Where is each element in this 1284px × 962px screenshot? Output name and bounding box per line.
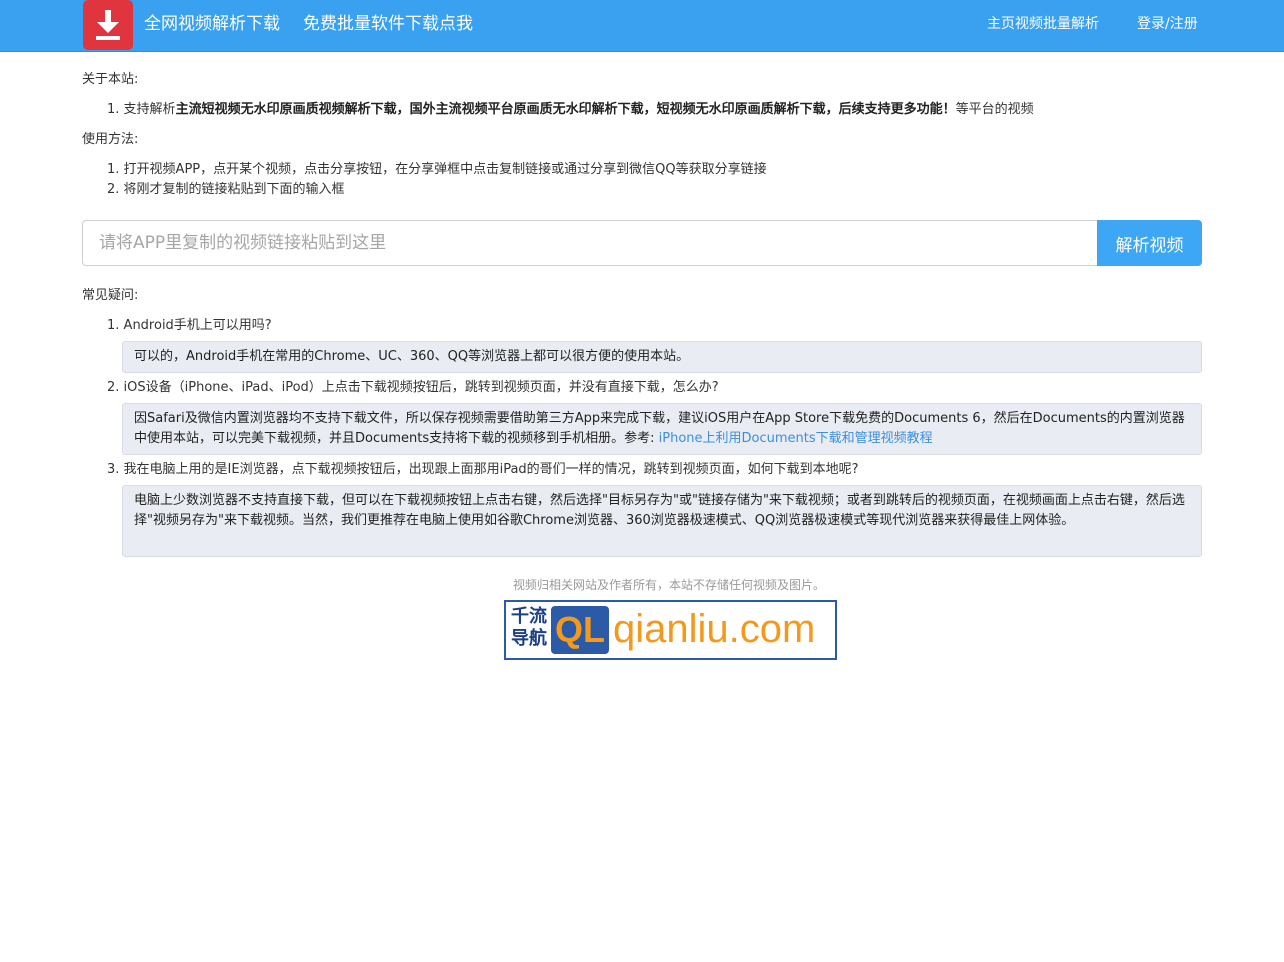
faq-question-text: iOS设备（iPhone、iPad、iPod）上点击下载视频按钮后，跳转到视频页… bbox=[123, 380, 719, 395]
faq-question: 3. 我在电脑上用的是IE浏览器，点下载视频按钮后，出现跟上面那用iPad的哥们… bbox=[107, 462, 859, 477]
about-item: 1. 支持解析主流短视频无水印原画质视频解析下载，国外主流视频平台原画质无水印解… bbox=[107, 102, 1034, 117]
nav-batch-parse[interactable]: 主页视频批量解析 bbox=[987, 14, 1099, 34]
faq-question: 1. Android手机上可以用吗? bbox=[107, 318, 272, 333]
partner-domain: qianliu.com bbox=[613, 607, 816, 651]
about-item-prefix: 支持解析 bbox=[123, 102, 176, 117]
about-item-suffix: 等平台的视频 bbox=[955, 102, 1034, 117]
search-bar: 解析视频 bbox=[82, 220, 1202, 266]
partner-cn-name: 千流 导航 bbox=[511, 606, 547, 649]
batch-download-link[interactable]: 免费批量软件下载点我 bbox=[303, 12, 473, 36]
usage-step: 2. 将刚才复制的链接粘贴到下面的输入框 bbox=[107, 182, 345, 197]
partner-ql-badge: QL bbox=[551, 606, 609, 654]
faq-answer: 因Safari及微信内置浏览器均不支持下载文件，所以保存视频需要借助第三方App… bbox=[122, 403, 1202, 455]
usage-step-text: 将刚才复制的链接粘贴到下面的输入框 bbox=[123, 182, 345, 197]
nav-login-register[interactable]: 登录/注册 bbox=[1137, 14, 1198, 34]
partner-logo-link[interactable]: 千流 导航 QL qianliu.com bbox=[504, 600, 837, 660]
faq-label: 常见疑问: bbox=[82, 288, 139, 303]
faq-question-text: 我在电脑上用的是IE浏览器，点下载视频按钮后，出现跟上面那用iPad的哥们一样的… bbox=[123, 462, 859, 477]
faq-answer: 电脑上少数浏览器不支持直接下载，但可以在下载视频按钮上点击右键，然后选择"目标另… bbox=[122, 485, 1202, 557]
usage-label: 使用方法: bbox=[82, 132, 139, 147]
faq-question-text: Android手机上可以用吗? bbox=[123, 318, 272, 333]
faq-answer: 可以的，Android手机在常用的Chrome、UC、360、QQ等浏览器上都可… bbox=[122, 341, 1202, 373]
site-title[interactable]: 全网视频解析下载 bbox=[144, 12, 280, 36]
parse-video-button[interactable]: 解析视频 bbox=[1097, 220, 1202, 266]
faq-question: 2. iOS设备（iPhone、iPad、iPod）上点击下载视频按钮后，跳转到… bbox=[107, 380, 719, 395]
download-icon[interactable] bbox=[83, 0, 133, 50]
documents-tutorial-link[interactable]: iPhone上利用Documents下载和管理视频教程 bbox=[659, 431, 933, 446]
footer-disclaimer: 视频归相关网站及作者所有，本站不存储任何视频及图片。 bbox=[512, 578, 825, 592]
about-item-bold: 主流短视频无水印原画质视频解析下载，国外主流视频平台原画质无水印解析下载，短视频… bbox=[175, 102, 956, 117]
usage-step: 1. 打开视频APP，点开某个视频，点击分享按钮，在分享弹框中点击复制链接或通过… bbox=[107, 162, 767, 177]
navbar: 全网视频解析下载 免费批量软件下载点我 主页视频批量解析 登录/注册 bbox=[0, 0, 1284, 52]
about-label: 关于本站: bbox=[82, 72, 139, 87]
video-url-input[interactable] bbox=[82, 220, 1098, 266]
usage-step-text: 打开视频APP，点开某个视频，点击分享按钮，在分享弹框中点击复制链接或通过分享到… bbox=[123, 162, 767, 177]
